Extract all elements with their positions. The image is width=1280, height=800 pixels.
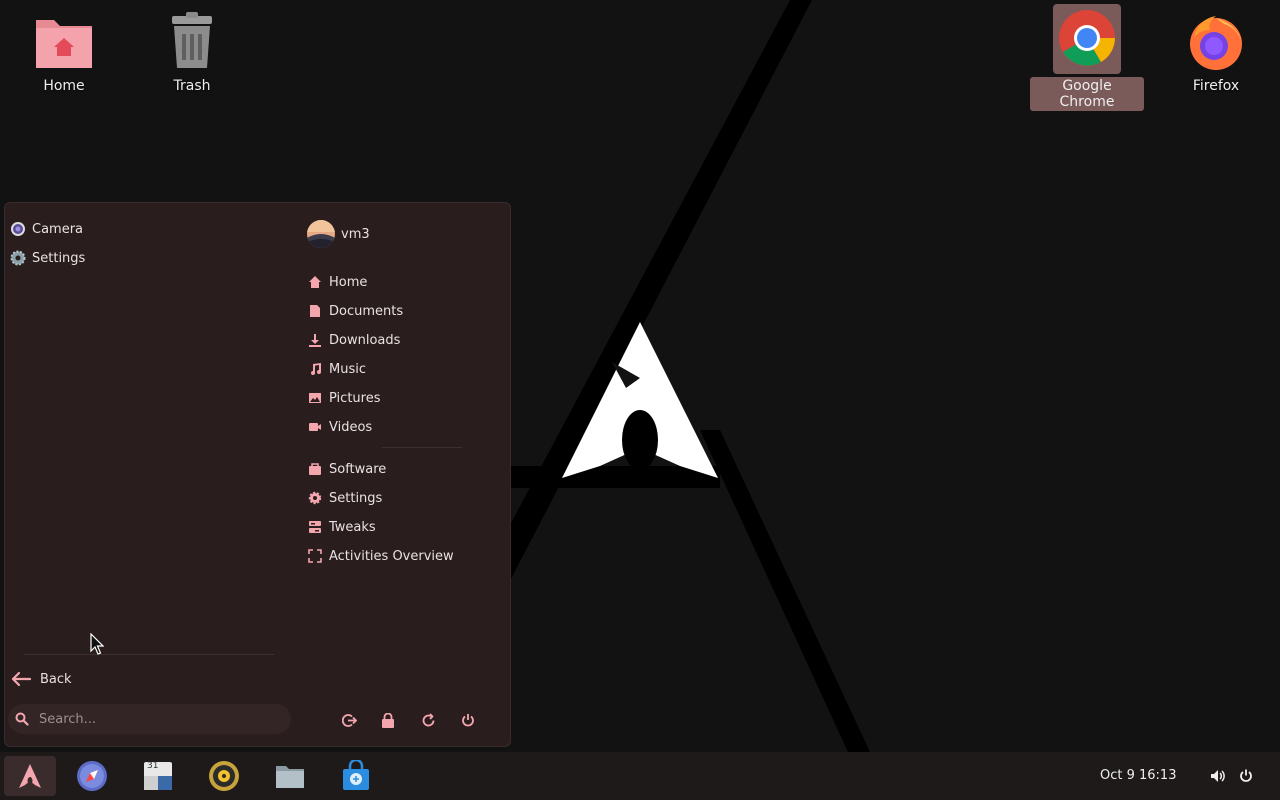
arch-menu-button[interactable] xyxy=(4,756,56,796)
desktop-icon-home[interactable]: Home xyxy=(12,6,116,95)
place-pictures[interactable]: Pictures xyxy=(307,385,380,411)
category-settings[interactable]: Settings xyxy=(10,245,85,271)
system-label: Software xyxy=(329,461,387,477)
system-label: Activities Overview xyxy=(329,548,454,564)
category-camera[interactable]: Camera xyxy=(10,216,83,242)
software-store-icon xyxy=(340,760,372,792)
avatar xyxy=(307,220,335,248)
restart-icon xyxy=(421,712,436,728)
search-input[interactable] xyxy=(37,710,271,728)
power-off-button[interactable] xyxy=(456,708,480,732)
back-label: Back xyxy=(40,671,72,687)
logout-button[interactable] xyxy=(337,708,361,732)
place-label: Home xyxy=(329,274,368,290)
system-activities-overview[interactable]: Activities Overview xyxy=(307,543,454,569)
user-account[interactable]: vm3 xyxy=(307,218,370,250)
dock-software[interactable] xyxy=(330,756,382,796)
dock-calendar[interactable]: 31 xyxy=(132,756,184,796)
trash-icon xyxy=(160,10,224,74)
volume-icon xyxy=(1210,768,1226,784)
arch-menu-icon xyxy=(16,762,44,790)
download-icon xyxy=(307,332,323,348)
calendar-icon: 31 xyxy=(142,760,174,792)
desktop-icon-trash[interactable]: Trash xyxy=(140,6,244,95)
camera-icon xyxy=(10,221,26,237)
place-music[interactable]: Music xyxy=(307,356,366,382)
search-field[interactable] xyxy=(8,704,291,734)
files-icon xyxy=(274,760,306,792)
calendar-day: 31 xyxy=(147,761,159,771)
clock[interactable]: Oct 9 16:13 xyxy=(1100,768,1176,783)
category-label: Settings xyxy=(32,250,86,266)
overview-icon xyxy=(307,548,323,564)
place-downloads[interactable]: Downloads xyxy=(307,327,400,353)
desktop-icon-firefox[interactable]: Firefox xyxy=(1164,6,1268,95)
system-settings[interactable]: Settings xyxy=(307,485,382,511)
application-menu xyxy=(4,202,511,747)
dock-files[interactable] xyxy=(264,756,316,796)
dock-music-player[interactable] xyxy=(198,756,250,796)
tweaks-icon xyxy=(307,519,323,535)
power-icon xyxy=(1239,769,1253,783)
video-icon xyxy=(307,419,323,435)
desktop-icon-label: Trash xyxy=(173,78,211,94)
place-label: Downloads xyxy=(329,332,401,348)
document-icon xyxy=(307,303,323,319)
places-separator xyxy=(382,447,462,448)
chrome-icon xyxy=(1055,6,1119,70)
place-label: Pictures xyxy=(329,390,381,406)
desktop-icon-label: Firefox xyxy=(1192,78,1240,94)
system-power-button[interactable] xyxy=(1237,767,1255,785)
music-icon xyxy=(307,361,323,377)
system-label: Settings xyxy=(329,490,383,506)
dock-browser[interactable] xyxy=(66,756,118,796)
gear-icon xyxy=(307,490,323,506)
music-player-icon xyxy=(208,760,240,792)
place-label: Videos xyxy=(329,419,373,435)
place-documents[interactable]: Documents xyxy=(307,298,403,324)
volume-button[interactable] xyxy=(1209,767,1227,785)
home-icon xyxy=(307,274,323,290)
category-label: Camera xyxy=(32,221,84,237)
place-label: Documents xyxy=(329,303,404,319)
desktop-icon-label: Google Chrome xyxy=(1030,77,1144,111)
lock-button[interactable] xyxy=(376,708,400,732)
system-label: Tweaks xyxy=(329,519,376,535)
firefox-icon xyxy=(1184,10,1248,74)
logout-icon xyxy=(341,713,357,728)
restart-button[interactable] xyxy=(416,708,440,732)
back-button[interactable]: Back xyxy=(10,666,72,692)
power-icon xyxy=(461,713,475,728)
system-tweaks[interactable]: Tweaks xyxy=(307,514,376,540)
bottom-separator xyxy=(24,654,274,655)
lock-icon xyxy=(381,712,395,728)
settings-gear-icon xyxy=(10,250,26,266)
place-videos[interactable]: Videos xyxy=(307,414,372,440)
search-icon xyxy=(15,712,29,726)
system-software[interactable]: Software xyxy=(307,456,386,482)
place-home[interactable]: Home xyxy=(307,269,367,295)
place-label: Music xyxy=(329,361,366,377)
desktop-icon-chrome[interactable]: Google Chrome xyxy=(1030,4,1144,111)
bottom-panel: 31 xyxy=(0,752,1280,800)
desktop-icon-label: Home xyxy=(43,78,85,94)
software-bag-icon xyxy=(307,461,323,477)
arrow-left-icon xyxy=(10,671,32,687)
browser-compass-icon xyxy=(76,760,108,792)
picture-icon xyxy=(307,390,323,406)
mouse-pointer-icon xyxy=(90,632,105,659)
home-folder-icon xyxy=(32,10,96,74)
user-name: vm3 xyxy=(341,226,370,242)
